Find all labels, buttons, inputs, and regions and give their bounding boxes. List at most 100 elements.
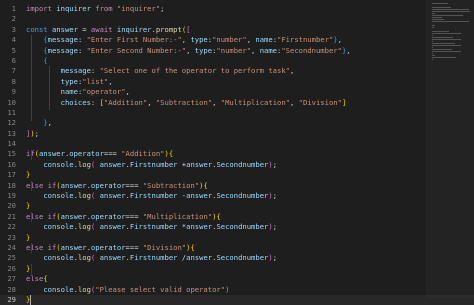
code-text[interactable]: message: "Select one of the operator to … (26, 66, 295, 76)
code-line[interactable]: 11 (0, 108, 474, 118)
code-text[interactable]: if(answer.operator=== "Addition"){ (26, 149, 173, 159)
code-token: else (26, 211, 44, 221)
code-text[interactable]: }, (26, 118, 52, 128)
code-token: answer (99, 191, 126, 201)
code-text[interactable]: else{ (26, 274, 48, 284)
code-line[interactable]: 2 (0, 14, 474, 24)
code-text[interactable]: name:"operator", (26, 87, 130, 97)
code-text[interactable]: console.log("Please select valid operato… (26, 285, 229, 295)
code-text[interactable]: } (26, 170, 30, 180)
code-line[interactable]: 28 console.log("Please select valid oper… (0, 285, 474, 295)
code-text[interactable]: ]); (26, 129, 39, 139)
indent-guide (31, 181, 32, 191)
code-text[interactable]: {message: "Enter Second Number:-", type:… (26, 45, 351, 56)
code-line[interactable]: 14 (0, 139, 474, 149)
code-line[interactable]: 3 const answer = await inquirer.prompt([ (0, 25, 474, 35)
code-line[interactable]: 1 import inquirer from "inquirer"; (0, 4, 474, 14)
code-token: === (125, 180, 143, 190)
code-token: operator (90, 180, 126, 190)
code-token: { (203, 180, 208, 190)
code-line[interactable]: 4 {message: "Enter First Number:-", type… (0, 35, 474, 45)
code-line[interactable]: 18 else if(answer.operator=== "Subtractio… (0, 181, 474, 191)
code-token: : (90, 66, 100, 76)
code-text[interactable]: else if(answer.operator=== "Subtraction"… (26, 181, 208, 191)
code-line[interactable]: 22 console.log( answer.Firstnumber *answ… (0, 222, 474, 232)
code-text[interactable]: import inquirer from "inquirer"; (26, 4, 165, 14)
code-line[interactable]: 5 {message: "Enter Second Number:-", typ… (0, 46, 474, 56)
code-line[interactable]: 7 message: "Select one of the operator t… (0, 66, 474, 76)
code-token: log (77, 253, 91, 263)
code-token: answer (99, 222, 126, 232)
code-token: operator (90, 211, 126, 221)
code-token: ; (272, 159, 278, 169)
minimap-line (432, 43, 455, 44)
indent-guide (49, 66, 50, 110)
code-token: name (60, 87, 78, 97)
minimap-line (432, 53, 433, 54)
code-text[interactable]: console.log( answer.Firstnumber /answer.… (26, 253, 277, 263)
minimap-line (432, 47, 433, 48)
code-text[interactable]: { (26, 56, 47, 66)
code-token: log (77, 284, 91, 294)
code-token: "Division" (298, 97, 342, 107)
code-text[interactable]: else if(answer.operator=== "Division"){ (26, 243, 195, 253)
code-token: , (289, 66, 295, 76)
code-text[interactable]: } (26, 233, 30, 243)
code-token: answer (99, 253, 126, 263)
code-line[interactable]: 6 { (0, 56, 474, 66)
text-cursor (30, 294, 32, 305)
minimap[interactable] (428, 0, 474, 60)
code-editor[interactable]: 1 import inquirer from "inquirer"; 2 3 const… (0, 0, 474, 305)
minimap-line (432, 9, 469, 10)
code-token: type (194, 45, 213, 55)
code-line[interactable]: 29} (0, 294, 474, 305)
code-token: Firstnumber (129, 191, 178, 201)
code-token: const (26, 24, 48, 34)
code-line[interactable]: 23} (0, 233, 474, 243)
code-line[interactable]: 12 }, (0, 118, 474, 128)
code-token: answer (186, 253, 213, 263)
code-line[interactable]: 13]); (0, 129, 474, 139)
code-text[interactable]: else if(answer.operator=== "Multiplicati… (26, 212, 221, 222)
code-text[interactable]: choices: ["Addition", "Subtraction", "Mu… (26, 97, 347, 108)
code-token: "operator" (82, 87, 126, 97)
code-text[interactable]: console.log( answer.Firstnumber +answer.… (26, 160, 277, 170)
minimap-line (432, 21, 469, 22)
code-text[interactable]: } (26, 201, 30, 211)
code-token: : (77, 35, 87, 45)
line-number: 26 (7, 263, 16, 273)
code-token: = (77, 24, 91, 34)
code-line[interactable]: 8 type:"list", (0, 77, 474, 87)
code-token: "number" (216, 45, 252, 55)
code-lines[interactable]: 1 import inquirer from "inquirer"; 2 3 const… (0, 4, 474, 305)
code-token: answer (60, 211, 87, 221)
code-line[interactable]: 25 console.log( answer.Firstnumber /answ… (0, 253, 474, 263)
code-line[interactable]: 19 console.log( answer.Firstnumber -answ… (0, 191, 474, 201)
code-text[interactable]: console.log( answer.Firstnumber -answer.… (26, 191, 277, 201)
code-text[interactable]: {message: "Enter First Number:-", type:"… (26, 35, 342, 45)
code-text[interactable]: const answer = await inquirer.prompt([ (26, 25, 190, 35)
code-token: , (346, 45, 351, 55)
code-line[interactable]: 9 name:"operator", (0, 87, 474, 97)
code-line[interactable]: 27 else{ (0, 274, 474, 284)
code-text[interactable]: } (26, 264, 30, 274)
code-line[interactable]: 20} (0, 201, 474, 211)
code-token: , (186, 45, 195, 55)
code-line[interactable]: 17} (0, 170, 474, 180)
code-line[interactable]: 21 else if(answer.operator=== "Multiplica… (0, 212, 474, 222)
code-text[interactable]: console.log( answer.Firstnumber *answer.… (26, 222, 277, 232)
code-line[interactable]: 26} (0, 264, 474, 274)
line-number: 29 (7, 294, 16, 304)
code-line[interactable]: 24 else if(answer.operator=== "Division")… (0, 243, 474, 253)
code-line[interactable]: 16 console.log( answer.Firstnumber +answ… (0, 160, 474, 170)
code-line[interactable]: 15 if(answer.operator=== "Addition"){ (0, 149, 474, 159)
code-token: , (125, 87, 130, 97)
code-token: { (216, 211, 221, 221)
code-text[interactable]: type:"list", (26, 77, 113, 87)
minimap-line (432, 33, 461, 34)
code-line[interactable]: 10 choices: ["Addition", "Subtraction", … (0, 98, 474, 108)
line-number: 8 (11, 76, 16, 86)
